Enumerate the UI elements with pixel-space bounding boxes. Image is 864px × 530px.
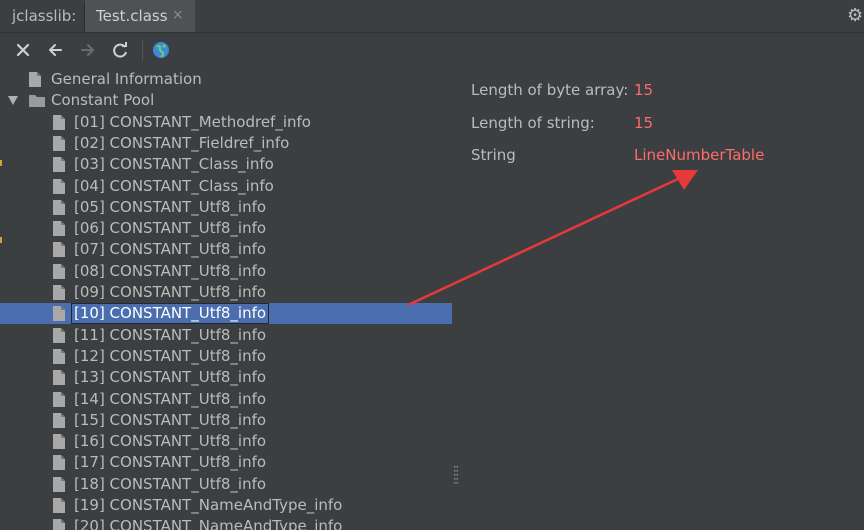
file-icon bbox=[28, 71, 42, 88]
file-icon bbox=[52, 284, 66, 301]
close-icon[interactable] bbox=[12, 39, 34, 61]
gear-icon[interactable]: ⚙ bbox=[847, 5, 863, 26]
byte-array-length-label: Length of byte array: bbox=[471, 81, 629, 99]
file-icon bbox=[52, 391, 66, 408]
tree-item-constant[interactable]: [01] CONSTANT_Methodref_info bbox=[0, 112, 452, 133]
tree-item-constant[interactable]: [05] CONSTANT_Utf8_info bbox=[0, 197, 452, 218]
file-icon bbox=[52, 156, 66, 173]
file-icon bbox=[52, 114, 66, 131]
file-icon bbox=[52, 199, 66, 216]
string-length-value: 15 bbox=[634, 114, 654, 132]
back-arrow-icon[interactable] bbox=[44, 39, 66, 61]
forward-arrow-icon[interactable] bbox=[77, 39, 99, 61]
gutter-marker bbox=[0, 160, 2, 166]
tree-item-constant[interactable]: [13] CONSTANT_Utf8_info bbox=[0, 367, 452, 388]
file-icon bbox=[52, 369, 66, 386]
string-value: LineNumberTable bbox=[634, 146, 765, 164]
tree-item-constant[interactable]: [04] CONSTANT_Class_info bbox=[0, 176, 452, 197]
tree-item-constant[interactable]: [03] CONSTANT_Class_info bbox=[0, 154, 452, 175]
toolbar bbox=[0, 33, 864, 67]
file-icon bbox=[52, 220, 66, 237]
tree-item-label: [20] CONSTANT_NameAndType_info bbox=[74, 517, 343, 530]
tree-item-constant[interactable]: [12] CONSTANT_Utf8_info bbox=[0, 346, 452, 367]
tab-bar: jclasslib: Test.class × ⚙ bbox=[0, 0, 864, 33]
file-icon bbox=[52, 305, 66, 322]
file-icon bbox=[52, 178, 66, 195]
file-icon bbox=[52, 412, 66, 429]
tree-item-label: [11] CONSTANT_Utf8_info bbox=[74, 325, 267, 344]
string-length-label: Length of string: bbox=[471, 114, 595, 132]
tree-item-general-information[interactable]: General Information bbox=[0, 69, 452, 90]
tree-item-label: [10] CONSTANT_Utf8_info bbox=[70, 303, 270, 325]
file-icon bbox=[52, 327, 66, 344]
tree-item-constant[interactable]: [17] CONSTANT_Utf8_info bbox=[0, 452, 452, 473]
tree-item-constant[interactable]: [14] CONSTANT_Utf8_info bbox=[0, 389, 452, 410]
tree-item-constant[interactable]: [09] CONSTANT_Utf8_info bbox=[0, 282, 452, 303]
file-icon bbox=[52, 263, 66, 280]
file-icon bbox=[52, 518, 66, 530]
file-icon bbox=[52, 241, 66, 258]
web-globe-icon[interactable] bbox=[150, 39, 172, 61]
tree-item-label: Constant Pool bbox=[51, 91, 155, 110]
file-icon bbox=[52, 454, 66, 471]
tree-item-label: [08] CONSTANT_Utf8_info bbox=[74, 261, 267, 280]
tree-item-label: [09] CONSTANT_Utf8_info bbox=[74, 283, 267, 301]
tree-item-label: [06] CONSTANT_Utf8_info bbox=[74, 219, 267, 238]
toolbar-divider bbox=[142, 40, 143, 60]
tree-item-constant[interactable]: [11] CONSTANT_Utf8_info bbox=[0, 325, 452, 346]
folder-icon bbox=[28, 92, 45, 109]
tab-label[interactable]: Test.class bbox=[96, 7, 168, 25]
tree-item-constant-pool[interactable]: Constant Pool bbox=[0, 90, 452, 111]
tree-item-constant[interactable]: [19] CONSTANT_NameAndType_info bbox=[0, 495, 452, 516]
tree-item-constant[interactable]: [08] CONSTANT_Utf8_info bbox=[0, 261, 452, 282]
file-icon bbox=[52, 433, 66, 450]
tree-item-constant[interactable]: [06] CONSTANT_Utf8_info bbox=[0, 218, 452, 239]
tree-item-constant[interactable]: [20] CONSTANT_NameAndType_info bbox=[0, 516, 452, 530]
byte-array-length-value: 15 bbox=[634, 81, 654, 99]
tree-item-label: [16] CONSTANT_Utf8_info bbox=[74, 432, 267, 451]
tree-item-constant[interactable]: [15] CONSTANT_Utf8_info bbox=[0, 410, 452, 431]
file-icon bbox=[52, 476, 66, 493]
tree-item-label: [01] CONSTANT_Methodref_info bbox=[74, 112, 311, 131]
file-icon bbox=[52, 135, 66, 152]
tree-item-label: [07] CONSTANT_Utf8_info bbox=[74, 240, 267, 259]
tree-item-label: [14] CONSTANT_Utf8_info bbox=[74, 389, 267, 408]
tree-item-selected[interactable]: [10] CONSTANT_Utf8_info bbox=[0, 303, 452, 325]
refresh-icon[interactable] bbox=[109, 39, 131, 61]
tool-window-title: jclasslib: bbox=[12, 7, 77, 25]
tab-close-icon[interactable]: × bbox=[172, 7, 184, 23]
constant-pool-tree[interactable]: General Information Constant Pool [01] CON… bbox=[0, 68, 452, 530]
file-icon bbox=[52, 497, 66, 514]
gutter-marker bbox=[0, 237, 2, 243]
detail-panel: Length of byte array: 15 Length of strin… bbox=[452, 68, 864, 530]
tree-item-constant[interactable]: [18] CONSTANT_Utf8_info bbox=[0, 474, 452, 495]
tree-item-label: [13] CONSTANT_Utf8_info bbox=[74, 368, 267, 387]
tree-item-label: [05] CONSTANT_Utf8_info bbox=[74, 197, 267, 216]
tree-item-label: General Information bbox=[51, 70, 202, 88]
expand-triangle-icon[interactable] bbox=[8, 96, 18, 106]
tree-item-label: [18] CONSTANT_Utf8_info bbox=[74, 474, 267, 493]
string-label: String bbox=[471, 146, 516, 164]
tree-item-label: [19] CONSTANT_NameAndType_info bbox=[74, 496, 343, 514]
tree-item-label: [03] CONSTANT_Class_info bbox=[74, 155, 274, 174]
tab-test-class[interactable]: Test.class × bbox=[85, 0, 195, 32]
tree-item-label: [17] CONSTANT_Utf8_info bbox=[74, 453, 267, 472]
tree-item-constant[interactable]: [16] CONSTANT_Utf8_info bbox=[0, 431, 452, 452]
tree-item-label: [15] CONSTANT_Utf8_info bbox=[74, 410, 267, 429]
tree-item-label: [04] CONSTANT_Class_info bbox=[74, 176, 274, 195]
tree-item-constant[interactable]: [07] CONSTANT_Utf8_info bbox=[0, 239, 452, 260]
tree-item-label: [12] CONSTANT_Utf8_info bbox=[74, 346, 267, 365]
tree-item-label: [02] CONSTANT_Fieldref_info bbox=[74, 133, 290, 152]
file-icon bbox=[52, 348, 66, 365]
tree-item-constant[interactable]: [02] CONSTANT_Fieldref_info bbox=[0, 133, 452, 154]
